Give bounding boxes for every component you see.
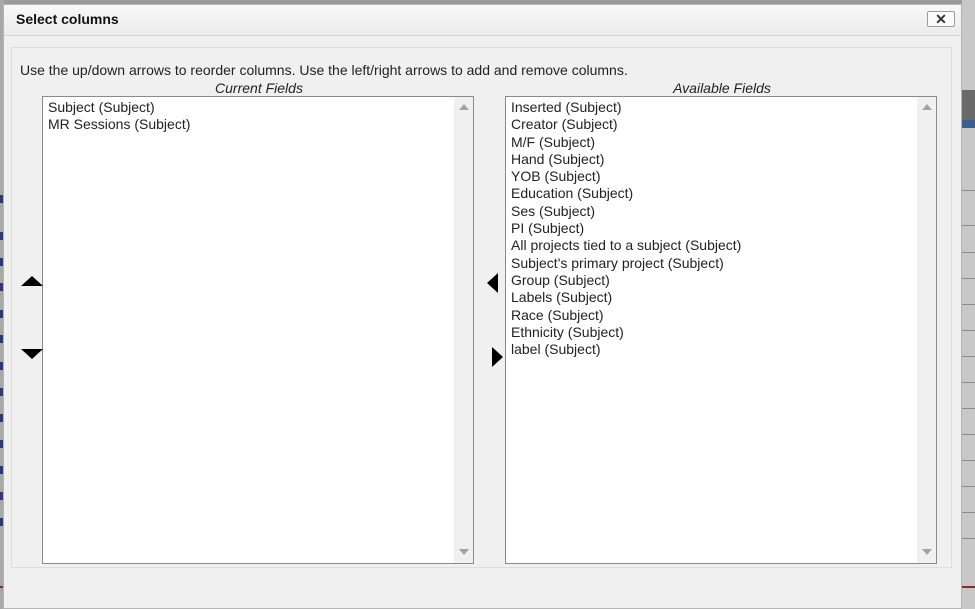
list-item[interactable]: Group (Subject): [511, 272, 936, 289]
list-item[interactable]: label (Subject): [511, 341, 936, 358]
current-fields-items: Subject (Subject) MR Sessions (Subject): [43, 97, 473, 134]
list-item[interactable]: Inserted (Subject): [511, 99, 936, 116]
list-item[interactable]: All projects tied to a subject (Subject): [511, 237, 936, 254]
select-columns-dialog: Select columns ✕ Use the up/down arrows …: [3, 4, 962, 609]
scroll-down-icon[interactable]: [922, 549, 932, 555]
background-row-line: [962, 225, 975, 226]
available-fields-scrollbar[interactable]: [917, 97, 936, 563]
background-row-line: [962, 278, 975, 279]
background-row-line: [962, 382, 975, 383]
list-item[interactable]: Ethnicity (Subject): [511, 324, 936, 341]
scroll-up-icon[interactable]: [459, 104, 469, 110]
current-fields-caption: Current Fields: [215, 80, 303, 96]
available-fields-list[interactable]: Inserted (Subject) Creator (Subject) M/F (…: [505, 96, 937, 564]
add-column-arrow-icon[interactable]: [487, 273, 498, 293]
available-fields-items: Inserted (Subject) Creator (Subject) M/F (…: [506, 97, 936, 358]
list-item[interactable]: Race (Subject): [511, 307, 936, 324]
background-stripe: [962, 120, 975, 128]
list-item[interactable]: Education (Subject): [511, 185, 936, 202]
background-row-line: [962, 330, 975, 331]
remove-column-arrow-icon[interactable]: [492, 347, 503, 367]
background-page-right-edge: [962, 0, 975, 609]
list-item[interactable]: M/F (Subject): [511, 134, 936, 151]
background-row-line: [962, 460, 975, 461]
close-icon: ✕: [935, 11, 947, 27]
list-item[interactable]: Subject's primary project (Subject): [511, 255, 936, 272]
background-row-line: [962, 252, 975, 253]
instructions-text: Use the up/down arrows to reorder column…: [20, 62, 628, 78]
background-row-line: [962, 408, 975, 409]
list-item[interactable]: Labels (Subject): [511, 289, 936, 306]
list-item[interactable]: Hand (Subject): [511, 151, 936, 168]
move-down-arrow-icon[interactable]: [21, 349, 43, 359]
dialog-titlebar: Select columns ✕: [4, 5, 961, 36]
current-fields-list[interactable]: Subject (Subject) MR Sessions (Subject): [42, 96, 474, 564]
list-item[interactable]: Ses (Subject): [511, 203, 936, 220]
dialog-title: Select columns: [16, 11, 119, 27]
background-row-line: [962, 512, 975, 513]
background-row-line: [962, 538, 975, 539]
list-item[interactable]: PI (Subject): [511, 220, 936, 237]
list-item[interactable]: YOB (Subject): [511, 168, 936, 185]
move-up-arrow-icon[interactable]: [21, 276, 43, 286]
scroll-up-icon[interactable]: [922, 104, 932, 110]
current-fields-scrollbar[interactable]: [454, 97, 473, 563]
close-button[interactable]: ✕: [927, 11, 955, 27]
scroll-down-icon[interactable]: [459, 549, 469, 555]
list-item[interactable]: Subject (Subject): [48, 99, 473, 116]
background-row-line: [962, 486, 975, 487]
list-item[interactable]: MR Sessions (Subject): [48, 116, 473, 133]
background-row-line: [962, 190, 975, 191]
list-item[interactable]: Creator (Subject): [511, 116, 936, 133]
background-row-line: [962, 304, 975, 305]
background-row-line: [962, 434, 975, 435]
background-header: [962, 90, 975, 120]
available-fields-caption: Available Fields: [673, 80, 771, 96]
background-row-line: [962, 356, 975, 357]
